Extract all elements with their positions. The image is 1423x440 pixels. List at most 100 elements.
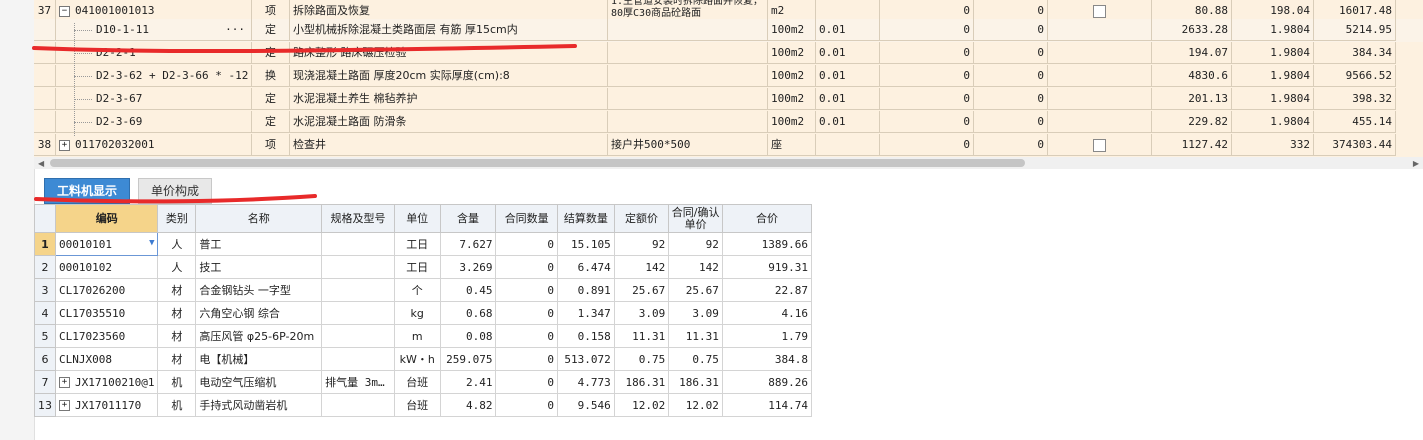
- bill-cell-total[interactable]: 9566.52: [1314, 65, 1396, 87]
- resource-cell-code[interactable]: 00010101 ▼: [54, 232, 159, 256]
- resource-cell-name[interactable]: 电动空气压缩机: [195, 370, 323, 394]
- row-number[interactable]: 4: [34, 301, 56, 325]
- resource-cell-total[interactable]: 919.31: [721, 255, 813, 279]
- bill-cell-feature[interactable]: [608, 111, 768, 133]
- resource-cell-contract-price[interactable]: 11.31: [668, 324, 723, 348]
- bill-cell-price[interactable]: 4830.6: [1152, 65, 1232, 87]
- resource-cell-unit[interactable]: m: [393, 324, 441, 348]
- bill-cell-qty[interactable]: 0.01: [816, 42, 880, 64]
- bill-cell-c1[interactable]: 0: [880, 65, 974, 87]
- bill-row[interactable]: 38 +011702032001 项 检查井 接户井500*500 座 0 0 1127.42 3…: [34, 134, 1423, 157]
- bill-row[interactable]: D2-3-62 + D2-3-66 * -12 换 现浇混凝土路面 厚度20cm 实…: [34, 65, 1423, 88]
- bill-cell-amount[interactable]: 1.9804: [1232, 88, 1314, 110]
- row-number[interactable]: 13: [34, 393, 56, 417]
- row-number[interactable]: 5: [34, 324, 56, 348]
- header-spec[interactable]: 规格及型号: [321, 204, 395, 233]
- resource-cell-total[interactable]: 1.79: [721, 324, 813, 348]
- resource-cell-name[interactable]: 高压风管 φ25-6P-20m: [195, 324, 323, 348]
- bill-cell-c2[interactable]: 0: [974, 88, 1048, 110]
- resource-cell-content[interactable]: 0.45: [439, 278, 497, 302]
- bill-cell-type[interactable]: 换: [252, 65, 290, 87]
- bill-cell-no[interactable]: [34, 88, 56, 110]
- resource-cell-contract-price[interactable]: 3.09: [668, 301, 723, 325]
- bill-cell-price[interactable]: 229.82: [1152, 111, 1232, 133]
- bill-cell-feature[interactable]: [608, 42, 768, 64]
- resource-row[interactable]: 5 CL17023560 材 高压风管 φ25-6P-20m m 0.08 0 0.158 11…: [34, 324, 813, 348]
- bill-cell-name[interactable]: 检查井: [290, 134, 608, 156]
- resource-cell-spec[interactable]: [321, 301, 395, 325]
- resource-cell-content[interactable]: 0.08: [439, 324, 497, 348]
- bill-cell-unit[interactable]: 座: [768, 134, 816, 156]
- bill-cell-name[interactable]: 小型机械拆除混凝土类路面层 有筋 厚15cm内: [290, 19, 608, 41]
- resource-cell-settle-qty[interactable]: 6.474: [556, 255, 615, 279]
- resource-cell-contract-qty[interactable]: 0: [495, 347, 558, 371]
- resource-row[interactable]: 3 CL17026200 材 合金钢钻头 一字型 个 0.45 0 0.891 25.67 25.…: [34, 278, 813, 302]
- bill-cell-type[interactable]: 定: [252, 88, 290, 110]
- resource-cell-settle-qty[interactable]: 0.158: [556, 324, 615, 348]
- bill-cell-unit[interactable]: 100m2: [768, 42, 816, 64]
- bill-cell-price[interactable]: 201.13: [1152, 88, 1232, 110]
- bill-row[interactable]: D2-2-1 定 路床整形 路床碾压检验 100m2 0.01 0 0 194.07 1.980…: [34, 42, 1423, 65]
- bill-cell-unit[interactable]: 100m2: [768, 19, 816, 41]
- bill-cell-qty[interactable]: 0.01: [816, 65, 880, 87]
- resource-cell-contract-price[interactable]: 92: [668, 232, 723, 256]
- row-checkbox[interactable]: [1093, 4, 1106, 18]
- bill-cell-qty[interactable]: [816, 134, 880, 156]
- bill-cell-c2[interactable]: 0: [974, 134, 1048, 156]
- resource-cell-total[interactable]: 889.26: [721, 370, 813, 394]
- bill-cell-name[interactable]: 水泥混凝土养生 棉毡养护: [290, 88, 608, 110]
- bill-row[interactable]: D10-1-11 ··· 定 小型机械拆除混凝土类路面层 有筋 厚15cm内 100m2…: [34, 19, 1423, 42]
- resource-cell-name[interactable]: 电【机械】: [195, 347, 323, 371]
- scroll-right-arrow-icon[interactable]: ▶: [1413, 159, 1419, 168]
- collapse-icon[interactable]: −: [59, 5, 70, 17]
- resource-cell-contract-price[interactable]: 12.02: [668, 393, 723, 417]
- resource-row[interactable]: 4 CL17035510 材 六角空心钢 综合 kg 0.68 0 1.347 3.09 3.09…: [34, 301, 813, 325]
- bill-cell-feature[interactable]: [608, 19, 768, 41]
- bill-cell-type[interactable]: 定: [252, 111, 290, 133]
- row-number[interactable]: 1: [34, 232, 56, 256]
- bill-cell-no[interactable]: 38: [34, 134, 56, 156]
- header-category[interactable]: 类别: [157, 204, 197, 233]
- bill-cell-c2[interactable]: 0: [974, 42, 1048, 64]
- resource-cell-content[interactable]: 2.41: [439, 370, 497, 394]
- resource-cell-contract-qty[interactable]: 0: [495, 278, 558, 302]
- resource-cell-settle-qty[interactable]: 4.773: [556, 370, 615, 394]
- bill-cell-name[interactable]: 现浇混凝土路面 厚度20cm 实际厚度(cm):8: [290, 65, 608, 87]
- bill-cell-unit[interactable]: 100m2: [768, 111, 816, 133]
- header-content[interactable]: 含量: [439, 204, 497, 233]
- bill-cell-name[interactable]: 水泥混凝土路面 防滑条: [290, 111, 608, 133]
- resource-cell-total[interactable]: 22.87: [721, 278, 813, 302]
- resource-cell-total[interactable]: 384.8: [721, 347, 813, 371]
- resource-cell-quota-price[interactable]: 12.02: [613, 393, 670, 417]
- resource-cell-cat[interactable]: 材: [157, 301, 197, 325]
- resource-cell-code[interactable]: CL17026200: [54, 278, 159, 302]
- resource-cell-code[interactable]: CL17023560: [54, 324, 159, 348]
- resource-cell-content[interactable]: 4.82: [439, 393, 497, 417]
- resource-cell-cat[interactable]: 机: [157, 393, 197, 417]
- bill-cell-type[interactable]: 定: [252, 42, 290, 64]
- resource-cell-quota-price[interactable]: 3.09: [613, 301, 670, 325]
- resource-cell-spec[interactable]: [321, 347, 395, 371]
- resource-cell-contract-qty[interactable]: 0: [495, 370, 558, 394]
- bill-cell-amount[interactable]: 1.9804: [1232, 111, 1314, 133]
- row-number[interactable]: 6: [34, 347, 56, 371]
- resource-cell-contract-qty[interactable]: 0: [495, 393, 558, 417]
- row-number[interactable]: 3: [34, 278, 56, 302]
- bill-cell-total[interactable]: 384.34: [1314, 42, 1396, 64]
- tab-unit-price-composition[interactable]: 单价构成: [138, 178, 213, 204]
- resource-cell-quota-price[interactable]: 25.67: [613, 278, 670, 302]
- resource-cell-cat[interactable]: 材: [157, 278, 197, 302]
- bill-cell-c1[interactable]: 0: [880, 111, 974, 133]
- resource-cell-content[interactable]: 259.075: [439, 347, 497, 371]
- resource-cell-total[interactable]: 4.16: [721, 301, 813, 325]
- bill-cell-feature[interactable]: [608, 65, 768, 87]
- resource-cell-contract-qty[interactable]: 0: [495, 324, 558, 348]
- bill-cell-price[interactable]: 2633.28: [1152, 19, 1232, 41]
- expand-icon[interactable]: +: [59, 139, 70, 151]
- dropdown-arrow-icon[interactable]: ▼: [149, 238, 154, 248]
- resource-cell-cat[interactable]: 机: [157, 370, 197, 394]
- bill-cell-type[interactable]: 项: [252, 134, 290, 156]
- expand-icon[interactable]: +: [59, 400, 70, 411]
- resource-cell-code[interactable]: + JX17100210@1: [54, 370, 159, 394]
- resource-row[interactable]: 1 00010101 ▼ 人 普工 工日 7.627 0 15.105 92 92 1389.66: [34, 232, 813, 256]
